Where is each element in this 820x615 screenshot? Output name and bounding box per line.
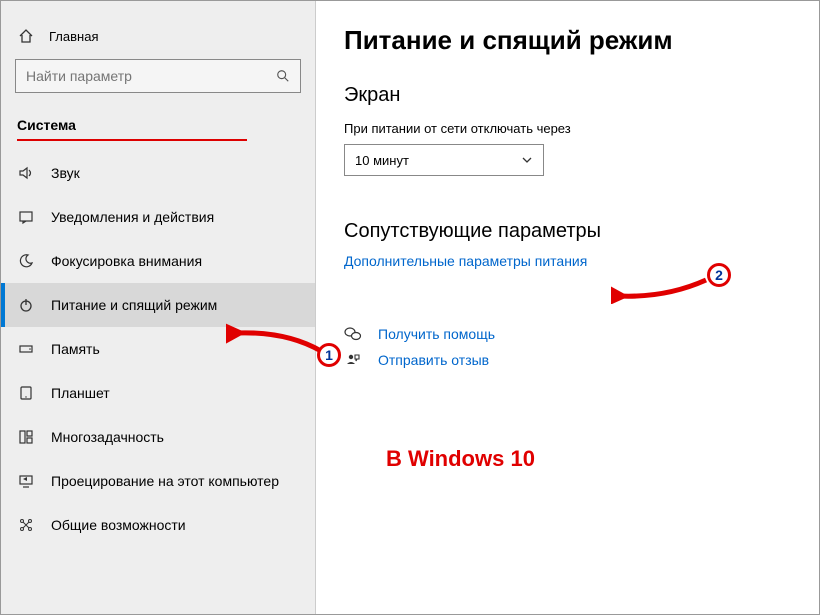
tablet-icon — [17, 384, 35, 402]
sidebar-item-label: Уведомления и действия — [51, 209, 214, 225]
speaker-icon — [17, 164, 35, 182]
sidebar-item-focus[interactable]: Фокусировка внимания — [1, 239, 315, 283]
sidebar-home[interactable]: Главная — [1, 21, 315, 59]
feedback-icon — [344, 351, 362, 369]
screen-heading: Экран — [344, 84, 791, 107]
annotation-caption: В Windows 10 — [386, 446, 535, 472]
sidebar-section-label: Система — [1, 109, 315, 139]
search-icon — [276, 69, 290, 83]
annotation-badge-1: 1 — [317, 343, 341, 367]
help-icon — [344, 325, 362, 343]
projecting-icon — [17, 472, 35, 490]
feedback-link[interactable]: Отправить отзыв — [378, 352, 489, 368]
additional-power-link[interactable]: Дополнительные параметры питания — [344, 253, 587, 269]
sidebar-item-notifications[interactable]: Уведомления и действия — [1, 195, 315, 239]
power-icon — [17, 296, 35, 314]
sidebar-item-storage[interactable]: Память — [1, 327, 315, 371]
multitask-icon — [17, 428, 35, 446]
sidebar-item-label: Фокусировка внимания — [51, 253, 202, 269]
annotation-underline — [17, 139, 247, 141]
chevron-down-icon — [521, 154, 533, 166]
sidebar-item-tablet[interactable]: Планшет — [1, 371, 315, 415]
shared-icon — [17, 516, 35, 534]
sidebar-item-projecting[interactable]: Проецирование на этот компьютер — [1, 459, 315, 503]
moon-icon — [17, 252, 35, 270]
sidebar-item-label: Питание и спящий режим — [51, 297, 217, 313]
get-help-row[interactable]: Получить помощь — [344, 325, 791, 343]
get-help-link[interactable]: Получить помощь — [378, 326, 495, 342]
sidebar-item-label: Звук — [51, 165, 80, 181]
notifications-icon — [17, 208, 35, 226]
sidebar-item-label: Память — [51, 341, 100, 357]
storage-icon — [17, 340, 35, 358]
sidebar-item-label: Многозадачность — [51, 429, 164, 445]
home-icon — [17, 27, 35, 45]
main-content: Питание и спящий режим Экран При питании… — [316, 1, 819, 614]
sidebar-item-shared[interactable]: Общие возможности — [1, 503, 315, 547]
sidebar-home-label: Главная — [49, 29, 98, 44]
feedback-row[interactable]: Отправить отзыв — [344, 351, 791, 369]
related-heading: Сопутствующие параметры — [344, 220, 791, 243]
search-box[interactable] — [15, 59, 301, 93]
sidebar-item-label: Общие возможности — [51, 517, 186, 533]
screen-field-label: При питании от сети отключать через — [344, 121, 791, 136]
dropdown-value: 10 минут — [355, 153, 409, 168]
help-block: Получить помощь Отправить отзыв — [344, 325, 791, 369]
sidebar-item-label: Проецирование на этот компьютер — [51, 473, 279, 489]
sidebar-item-power[interactable]: Питание и спящий режим — [1, 283, 315, 327]
sidebar-item-multitask[interactable]: Многозадачность — [1, 415, 315, 459]
sidebar-item-sound[interactable]: Звук — [1, 151, 315, 195]
sidebar-item-label: Планшет — [51, 385, 110, 401]
page-title: Питание и спящий режим — [344, 25, 791, 56]
search-input[interactable] — [26, 68, 276, 84]
annotation-badge-2: 2 — [707, 263, 731, 287]
sidebar: Главная Система Звук Уведомления и дейст… — [1, 1, 316, 614]
screen-timeout-dropdown[interactable]: 10 минут — [344, 144, 544, 176]
